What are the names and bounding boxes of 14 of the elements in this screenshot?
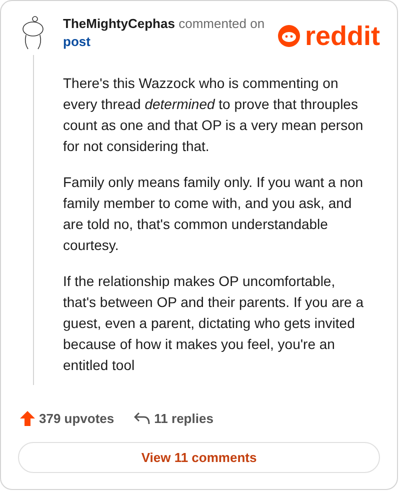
reply-arrow-icon[interactable]	[134, 412, 150, 425]
upvote-arrow-icon[interactable]	[20, 410, 35, 426]
comment-paragraph: If the relationship makes OP uncomfortable, that's between OP and their parents. If you are a guest, even a parent, dictating who gets invited because of how it makes you feel, you're an entitled tool	[63, 272, 364, 375]
username[interactable]: TheMightyCephas	[63, 16, 175, 31]
view-comments-button[interactable]: View 11 comments	[18, 442, 380, 473]
brand-wordmark: reddit	[304, 22, 380, 50]
reply-count: 11 replies	[154, 410, 214, 428]
post-link[interactable]: post	[63, 34, 90, 49]
avatar-icon	[20, 15, 46, 51]
upvote-count: 379 upvotes	[39, 410, 114, 428]
comment-paragraph: Family only means family only. If you want a non family member to come with, and you ask, and are told no, that's common understandable courtesy.	[63, 173, 364, 255]
alien-logo-icon	[276, 24, 301, 48]
comment-paragraph: There's this Wazzock who is commenting on every thread determined to prove that throuples count as one and that OP is a very mean person for not considering that.	[63, 74, 364, 156]
action-text: commented on	[178, 16, 265, 31]
